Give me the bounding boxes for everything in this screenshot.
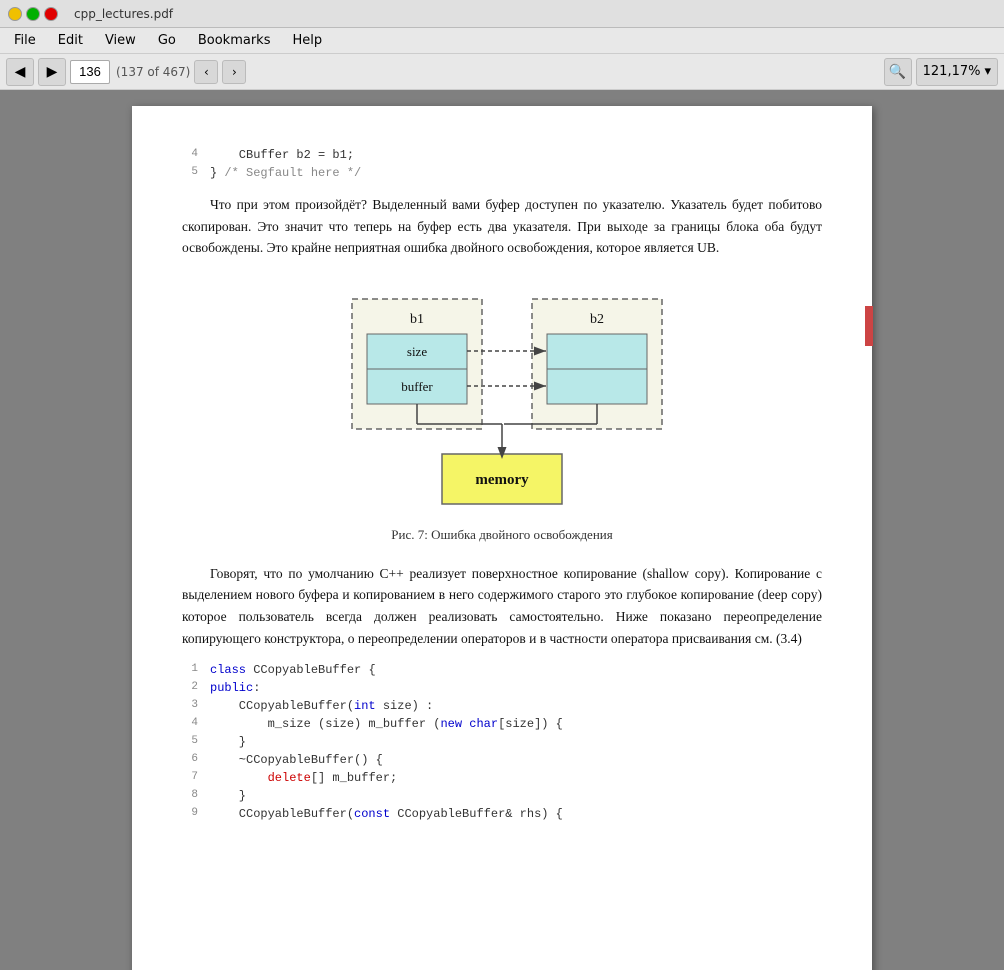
menu-go[interactable]: Go — [148, 31, 186, 50]
code-text: } /* Segfault here */ — [210, 164, 361, 182]
code-block-bottom: 1 class CCopyableBuffer { 2 public: 3 CC… — [182, 661, 822, 823]
code-line: 5 } /* Segfault here */ — [182, 164, 822, 182]
code-block-top: 4 CBuffer b2 = b1; 5 } /* Segfault here … — [182, 146, 822, 182]
menu-bookmarks[interactable]: Bookmarks — [188, 31, 281, 50]
paragraph-2: Говорят, что по умолчанию C++ реализует … — [182, 563, 822, 649]
menubar: File Edit View Go Bookmarks Help — [0, 28, 1004, 54]
line-number: 4 — [182, 715, 198, 733]
menu-view[interactable]: View — [95, 31, 146, 50]
zoom-label: 121,17% — [923, 64, 981, 79]
forward-icon: ▶ — [47, 64, 58, 80]
code-text: } — [210, 733, 246, 751]
code-line: 7 delete[] m_buffer; — [182, 769, 822, 787]
svg-text:memory: memory — [475, 472, 529, 488]
svg-text:size: size — [407, 344, 427, 359]
svg-text:b2: b2 — [590, 312, 604, 327]
line-number: 5 — [182, 164, 198, 182]
svg-text:b1: b1 — [410, 312, 424, 327]
code-text: class CCopyableBuffer { — [210, 661, 376, 679]
next-page-button[interactable]: › — [222, 60, 246, 84]
diagram-svg: b1 size buffer b2 — [292, 279, 712, 519]
code-line: 5 } — [182, 733, 822, 751]
svg-text:buffer: buffer — [401, 379, 433, 394]
menu-file[interactable]: File — [4, 31, 46, 50]
search-icon: 🔍 — [889, 64, 906, 80]
code-line: 1 class CCopyableBuffer { — [182, 661, 822, 679]
window-controls — [8, 7, 58, 21]
line-number: 7 — [182, 769, 198, 787]
menu-help[interactable]: Help — [282, 31, 332, 50]
close-button[interactable] — [44, 7, 58, 21]
pdf-page: 4 CBuffer b2 = b1; 5 } /* Segfault here … — [132, 106, 872, 970]
forward-button[interactable]: ▶ — [38, 58, 66, 86]
code-text: public: — [210, 679, 260, 697]
code-line: 8 } — [182, 787, 822, 805]
back-icon: ◀ — [15, 64, 26, 80]
diagram-container: b1 size buffer b2 — [182, 279, 822, 543]
window-title: cpp_lectures.pdf — [74, 7, 173, 21]
prev-page-button[interactable]: ‹ — [194, 60, 218, 84]
code-line: 4 m_size (size) m_buffer (new char[size]… — [182, 715, 822, 733]
code-line: 9 CCopyableBuffer(const CCopyableBuffer&… — [182, 805, 822, 823]
toolbar: ◀ ▶ (137 of 467) ‹ › 🔍 121,17% ▾ — [0, 54, 1004, 90]
prev-icon: ‹ — [204, 65, 209, 79]
line-number: 8 — [182, 787, 198, 805]
diagram-caption: Рис. 7: Ошибка двойного освобождения — [391, 527, 612, 543]
search-button[interactable]: 🔍 — [884, 58, 912, 86]
maximize-button[interactable] — [26, 7, 40, 21]
line-number: 1 — [182, 661, 198, 679]
content-area[interactable]: 4 CBuffer b2 = b1; 5 } /* Segfault here … — [0, 90, 1004, 970]
paragraph-1: Что при этом произойдёт? Выделенный вами… — [182, 194, 822, 259]
zoom-control[interactable]: 121,17% ▾ — [916, 58, 998, 86]
minimize-button[interactable] — [8, 7, 22, 21]
code-line: 2 public: — [182, 679, 822, 697]
code-text: } — [210, 787, 246, 805]
line-number: 9 — [182, 805, 198, 823]
code-line: 4 CBuffer b2 = b1; — [182, 146, 822, 164]
bookmark-tab — [865, 306, 873, 346]
zoom-arrow-icon: ▾ — [984, 64, 991, 79]
line-number: 3 — [182, 697, 198, 715]
back-button[interactable]: ◀ — [6, 58, 34, 86]
code-line: 6 ~CCopyableBuffer() { — [182, 751, 822, 769]
code-text: delete[] m_buffer; — [210, 769, 397, 787]
page-info: (137 of 467) — [116, 65, 190, 79]
menu-edit[interactable]: Edit — [48, 31, 93, 50]
line-number: 6 — [182, 751, 198, 769]
code-text: m_size (size) m_buffer (new char[size]) … — [210, 715, 563, 733]
code-line: 3 CCopyableBuffer(int size) : — [182, 697, 822, 715]
code-text: ~CCopyableBuffer() { — [210, 751, 383, 769]
line-number: 4 — [182, 146, 198, 164]
next-icon: › — [232, 65, 237, 79]
page-number-input[interactable] — [70, 60, 110, 84]
line-number: 2 — [182, 679, 198, 697]
code-text: CBuffer b2 = b1; — [210, 146, 354, 164]
code-text: CCopyableBuffer(const CCopyableBuffer& r… — [210, 805, 563, 823]
line-number: 5 — [182, 733, 198, 751]
code-text: CCopyableBuffer(int size) : — [210, 697, 433, 715]
titlebar: cpp_lectures.pdf — [0, 0, 1004, 28]
